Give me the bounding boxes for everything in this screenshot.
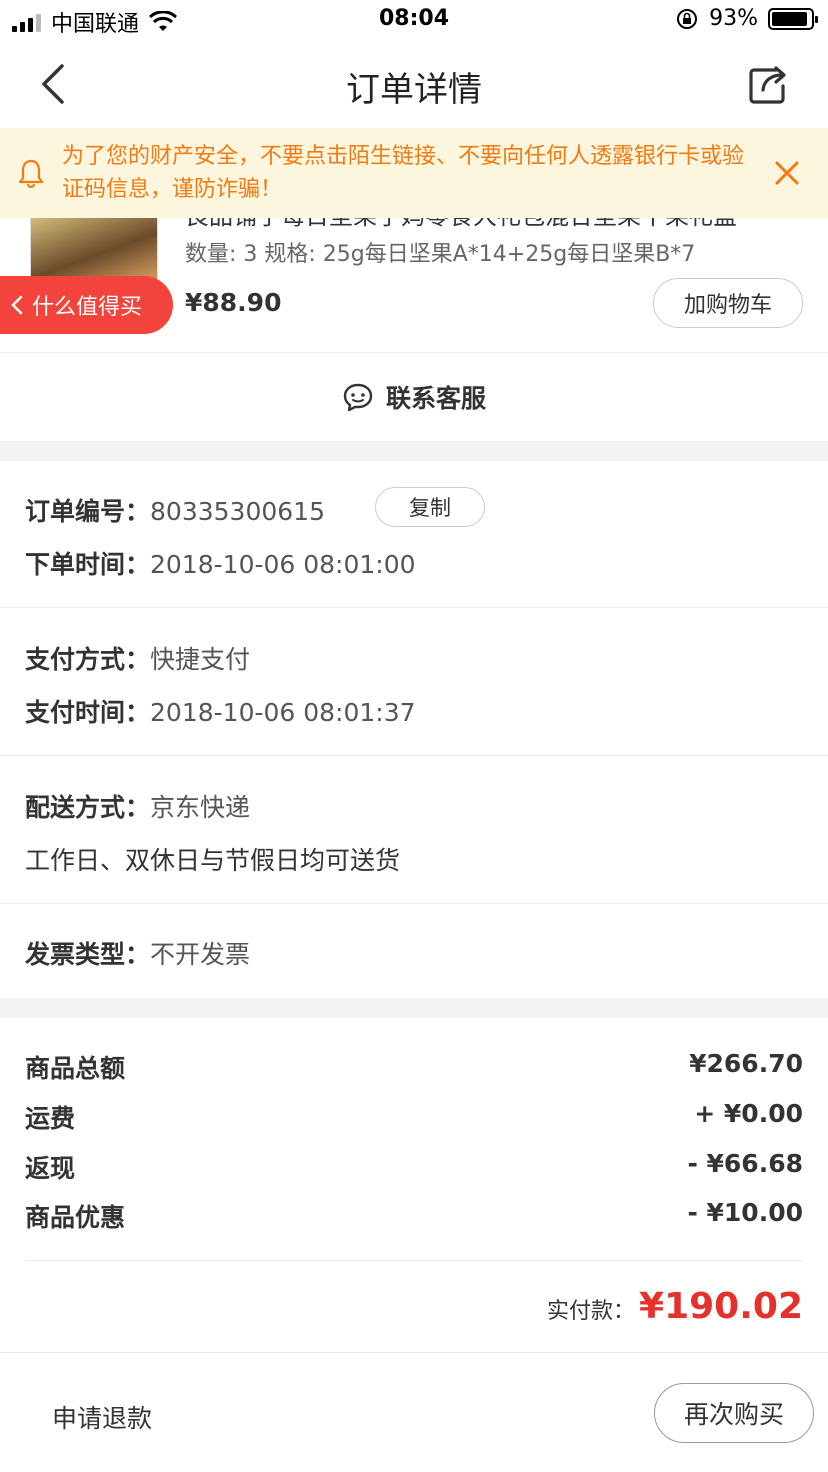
delivery-note: 工作日、双休日与节假日均可送货 bbox=[25, 841, 400, 877]
payment-method-key: 支付方式： bbox=[25, 645, 151, 674]
invoice-type-value: 不开发票 bbox=[150, 940, 251, 969]
customer-service-icon bbox=[343, 383, 373, 412]
amount-label: 商品总额 bbox=[25, 1054, 126, 1083]
orientation-lock-icon bbox=[677, 8, 698, 29]
order-info-section bbox=[0, 461, 828, 998]
battery-icon bbox=[768, 7, 818, 30]
delivery-method-value: 京东快递 bbox=[150, 793, 251, 822]
order-time-key: 下单时间： bbox=[25, 550, 151, 579]
amount-value: + ¥0.00 bbox=[694, 1099, 803, 1128]
payment-time-value: 2018-10-06 08:01:37 bbox=[150, 698, 416, 727]
divider bbox=[0, 755, 828, 756]
status-right: 93% bbox=[675, 6, 818, 31]
payment-time-key: 支付时间： bbox=[25, 698, 151, 727]
float-tag-label: 什么值得买 bbox=[32, 295, 143, 320]
close-icon[interactable] bbox=[774, 160, 800, 186]
amount-value: - ¥66.68 bbox=[687, 1149, 803, 1178]
delivery-method-key: 配送方式： bbox=[25, 793, 151, 822]
product-spec: 数量: 3 规格: 25g每日坚果A*14+25g每日坚果B*7 bbox=[185, 242, 696, 267]
payment-method-value: 快捷支付 bbox=[150, 645, 251, 674]
bottom-action-bar: 申请退款 再次购买 bbox=[0, 1352, 828, 1472]
payment-method-row: 支付方式：快捷支付 bbox=[25, 640, 250, 676]
divider bbox=[0, 607, 828, 608]
security-warning-banner: 为了您的财产安全，不要点击陌生链接、不要向任何人透露银行卡或验证码信息，谨防诈骗… bbox=[0, 128, 828, 218]
product-title: 良品铺子每日坚果子妈零食大礼包混合坚果干果礼盒 bbox=[185, 218, 795, 231]
order-number-value: 80335300615 bbox=[150, 497, 325, 526]
amount-label: 运费 bbox=[25, 1104, 76, 1133]
invoice-type-key: 发票类型： bbox=[25, 940, 151, 969]
contact-service-button[interactable]: 联系客服 bbox=[0, 353, 828, 441]
page-title: 订单详情 bbox=[346, 70, 482, 110]
nav-bar: 订单详情 bbox=[0, 40, 828, 128]
copy-order-number-button[interactable]: 复制 bbox=[375, 487, 485, 527]
divider bbox=[0, 903, 828, 904]
delivery-method-row: 配送方式：京东快递 bbox=[25, 788, 250, 824]
chevron-left-icon bbox=[11, 295, 23, 315]
request-refund-button[interactable]: 申请退款 bbox=[52, 1399, 152, 1435]
order-time-row: 下单时间：2018-10-06 08:01:00 bbox=[25, 545, 416, 581]
paid-label: 实付款： bbox=[547, 1299, 636, 1324]
smzdm-float-button[interactable]: 什么值得买 bbox=[0, 276, 173, 334]
bell-icon bbox=[18, 159, 44, 188]
order-number-row: 订单编号：80335300615 bbox=[25, 492, 325, 528]
share-icon[interactable] bbox=[746, 62, 790, 106]
amount-label: 商品优惠 bbox=[25, 1203, 126, 1232]
paid-value: ¥190.02 bbox=[639, 1286, 803, 1327]
product-price: ¥88.90 bbox=[185, 288, 282, 317]
amount-label: 返现 bbox=[25, 1154, 76, 1183]
contact-service-label: 联系客服 bbox=[385, 384, 486, 413]
battery-percent: 93% bbox=[709, 6, 758, 31]
warning-text: 为了您的财产安全，不要点击陌生链接、不要向任何人透露银行卡或验证码信息，谨防诈骗… bbox=[62, 144, 745, 202]
paid-amount: 实付款： ¥190.02 bbox=[547, 1286, 803, 1327]
amount-value: - ¥10.00 bbox=[687, 1198, 803, 1227]
add-to-cart-button[interactable]: 加购物车 bbox=[653, 278, 803, 328]
invoice-type-row: 发票类型：不开发票 bbox=[25, 935, 250, 971]
order-time-value: 2018-10-06 08:01:00 bbox=[150, 550, 416, 579]
payment-time-row: 支付时间：2018-10-06 08:01:37 bbox=[25, 693, 416, 729]
buy-again-button[interactable]: 再次购买 bbox=[654, 1383, 814, 1443]
order-number-key: 订单编号： bbox=[25, 497, 151, 526]
status-bar: 中国联通 08:04 93% bbox=[0, 0, 828, 40]
divider bbox=[25, 1260, 803, 1261]
delivery-note-text: 工作日、双休日与节假日均可送货 bbox=[25, 846, 401, 875]
amount-value: ¥266.70 bbox=[689, 1049, 803, 1078]
